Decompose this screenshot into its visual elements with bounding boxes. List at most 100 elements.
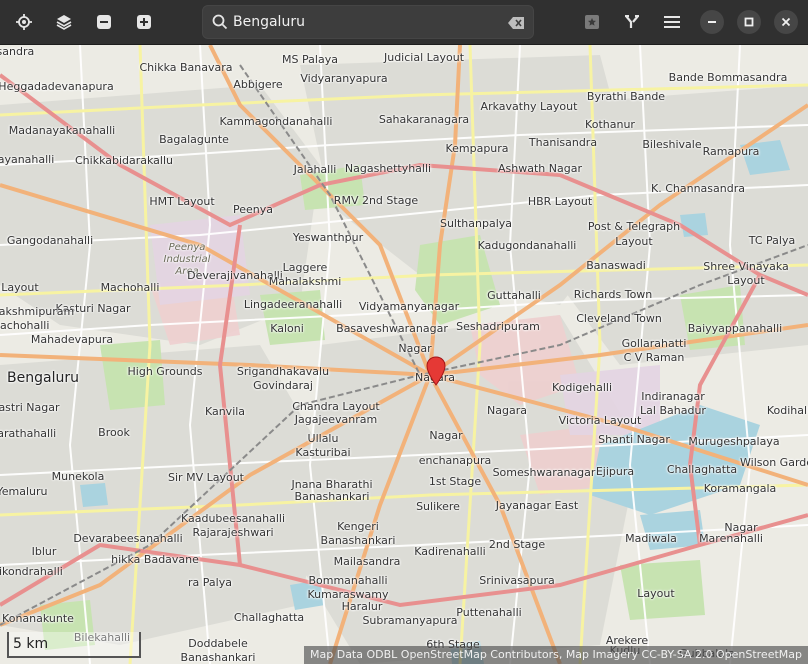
- map-label: Challaghatta: [233, 611, 305, 624]
- search-field[interactable]: [202, 5, 534, 39]
- map-label: C V Raman: [623, 351, 685, 364]
- map-label: Srigandhakavalu: [236, 365, 330, 378]
- map-label: Thanisandra: [528, 136, 598, 149]
- map-label: Shastri Nagar: [0, 401, 60, 414]
- map-label: ayanahalli: [0, 153, 55, 166]
- map-label: Munekola: [51, 470, 105, 483]
- map-label: Sulikere: [416, 500, 460, 513]
- map-label: Lingadeeranahalli: [243, 298, 343, 311]
- map-label: Someshwaranagar: [492, 466, 596, 479]
- map-label: Ejipura: [595, 465, 635, 478]
- scale-bar: 5 km: [7, 632, 141, 658]
- map-label: Marathahalli: [0, 427, 57, 440]
- map-label: Victoria Layout: [558, 414, 642, 427]
- map-label: Singasandra: [0, 45, 35, 58]
- map-label: Kothanur: [585, 118, 635, 131]
- map-label: hikka Badavane: [111, 553, 199, 566]
- zoom-in-icon[interactable]: [129, 8, 159, 36]
- map-label: Nagashettyhalli: [344, 162, 432, 175]
- map-label: Bommanahalli: [308, 574, 388, 587]
- layers-icon[interactable]: [49, 8, 79, 36]
- map-label: Sir MV Layout: [168, 471, 244, 484]
- map-label: Machohalli: [0, 319, 50, 332]
- map-label: Kodihalli: [766, 404, 808, 417]
- favorites-icon[interactable]: [577, 8, 607, 36]
- map-label: Brook: [98, 426, 130, 439]
- map-label: Cleveland Town: [576, 312, 662, 325]
- map-view[interactable]: Chikka Banavara Abbigere MS Palaya Vidyaran…: [0, 45, 808, 664]
- close-icon[interactable]: [774, 10, 798, 34]
- map-label: Baiyyappanahalli: [687, 322, 783, 335]
- map-label: Gangodanahalli: [6, 234, 94, 247]
- map-label: Kasturibai: [295, 446, 351, 459]
- map-label: Gollarahatti: [621, 337, 687, 350]
- map-label: TC Palya: [748, 234, 796, 247]
- map-attribution: Map Data ODBL OpenStreetMap Contributors…: [304, 646, 808, 664]
- map-label: Yemaluru: [0, 485, 48, 498]
- map-label: Kaloni: [270, 322, 304, 335]
- map-label: Banashankari: [320, 534, 396, 547]
- map-label: Nagara: [487, 404, 527, 417]
- map-label: Heggadadevanapura: [0, 80, 114, 93]
- map-label: Jayanagar East: [495, 499, 579, 512]
- map-label: Mahalakshmipuram: [0, 305, 75, 318]
- map-label: 1st Stage: [428, 475, 482, 488]
- map-label: Lal Bahadur: [640, 404, 706, 417]
- map-label: Jagajeevanram: [294, 413, 378, 426]
- route-icon[interactable]: [617, 8, 647, 36]
- map-label: High Grounds: [127, 365, 203, 378]
- map-label: Richards Town: [573, 288, 653, 301]
- map-label: Wilson Garden: [740, 456, 808, 469]
- map-label: Koramangala: [703, 482, 777, 495]
- map-label: Kaadubeesanahalli: [180, 512, 286, 525]
- map-label: Kanvila: [204, 405, 246, 418]
- map-label: Machohalli: [100, 281, 160, 294]
- minimize-icon[interactable]: [700, 10, 724, 34]
- map-label: Marenahalli: [699, 532, 763, 545]
- clear-icon[interactable]: [508, 15, 525, 34]
- map-label: Iblur: [31, 545, 57, 558]
- map-label: Chandra Layout: [292, 400, 380, 413]
- map-label: Bileshivale: [642, 138, 702, 151]
- header-bar: [0, 0, 808, 45]
- zoom-out-icon[interactable]: [89, 8, 119, 36]
- maximize-icon[interactable]: [737, 10, 761, 34]
- map-label: Konanakunte: [2, 612, 74, 625]
- search-input[interactable]: [233, 11, 503, 33]
- map-label: Layout: [637, 587, 675, 600]
- map-label: Peenya: [233, 203, 273, 216]
- map-label: Govindaraj: [253, 379, 313, 392]
- map-label: Layout: [1, 281, 39, 294]
- map-label: 2nd Stage: [488, 538, 546, 551]
- map-label: Kaikondrahalli: [0, 565, 63, 578]
- map-label: Banashankari: [294, 490, 370, 503]
- map-label: Madiwala: [625, 532, 677, 545]
- map-label: Vidyamanyanagar: [358, 300, 460, 313]
- map-label: Doddabele: [188, 637, 248, 650]
- menu-icon[interactable]: [657, 8, 687, 36]
- map-label: HMT Layout: [149, 195, 215, 208]
- map-label: Laggere: [282, 261, 328, 274]
- locate-icon[interactable]: [9, 8, 39, 36]
- location-marker-icon[interactable]: [426, 356, 446, 390]
- map-label: Ullalu: [307, 432, 339, 445]
- map-label: Yeswanthpur: [292, 231, 364, 244]
- map-label: Arkavathy Layout: [480, 100, 578, 113]
- map-label: Seshadripuram: [456, 320, 540, 333]
- map-label: Layout: [727, 274, 765, 287]
- map-label: Judicial Layout: [383, 51, 465, 64]
- map-label: Vidyaranyapura: [300, 72, 388, 85]
- map-label: Mailasandra: [333, 555, 401, 568]
- map-label: Jalahalli: [293, 163, 337, 176]
- map-label: Subramanyapura: [362, 614, 458, 627]
- map-label: enchanapura: [418, 454, 492, 467]
- map-label: Bande Bommasandra: [668, 71, 788, 84]
- map-label: MS Palaya: [282, 53, 338, 66]
- map-label: Mahadevapura: [30, 333, 114, 346]
- map-label: Kengeri: [337, 520, 379, 533]
- map-label: Basaveshwaranagar: [336, 322, 448, 335]
- map-label: Haralur: [341, 600, 383, 613]
- map-label: Ramapura: [702, 145, 760, 158]
- map-label: Shree Vinayaka: [703, 260, 789, 273]
- map-label: Sulthanpalya: [439, 217, 513, 230]
